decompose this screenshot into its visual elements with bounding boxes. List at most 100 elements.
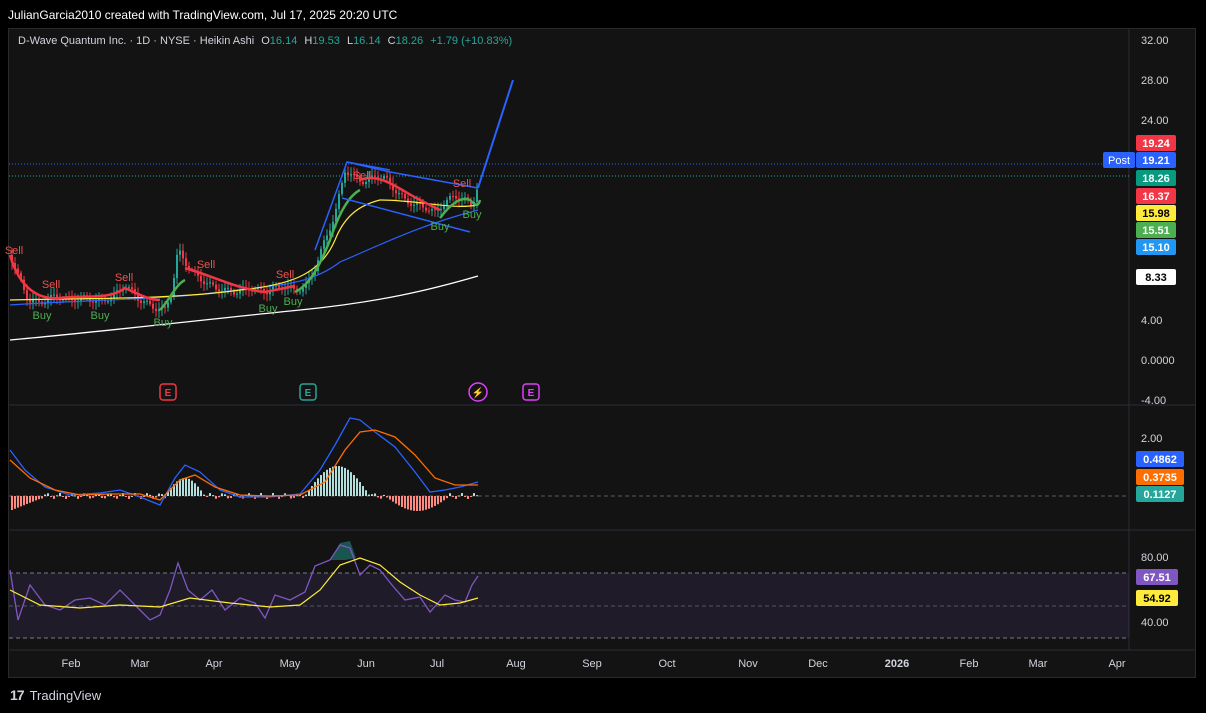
trendline-channel-upper[interactable] [346, 161, 391, 171]
macd-histogram-bar [20, 496, 22, 507]
macd-histogram-bar [374, 493, 376, 496]
macd-histogram-bar [203, 494, 205, 496]
macd-histogram-bar [389, 496, 391, 500]
symbol-legend[interactable]: D-Wave Quantum Inc. · 1D · NYSE · Heikin… [18, 35, 512, 47]
price-tick-label: 32.00 [1141, 35, 1169, 47]
candle-body [53, 294, 55, 296]
candle-body [344, 172, 346, 183]
candle-body [374, 175, 376, 177]
candle-body [413, 204, 415, 206]
macd-histogram-bar [62, 496, 64, 497]
macd-histogram-bar [350, 472, 352, 496]
rsi-badge: 54.92 [1136, 590, 1178, 606]
macd-histogram-bar [104, 496, 106, 499]
macd-histogram-bar [422, 496, 424, 511]
macd-histogram-bar [305, 494, 307, 496]
macd-histogram-bar [116, 496, 118, 499]
macd-histogram-bar [443, 496, 445, 501]
macd-histogram-bar [371, 494, 373, 496]
event-marker-text: E [165, 388, 172, 399]
ma-mid-line [9, 209, 479, 306]
candle-body [218, 289, 220, 292]
rsi-badge-text: 67.51 [1143, 572, 1171, 584]
macd-histogram-bar [470, 496, 472, 497]
macd-histogram-bar [293, 496, 295, 498]
macd-histogram-bar [188, 478, 190, 496]
trendline-projection[interactable] [477, 79, 514, 189]
macd-histogram-bar [47, 493, 49, 496]
candle-body [422, 203, 424, 208]
macd-histogram-bar [290, 496, 292, 499]
macd-histogram-bar [221, 493, 223, 496]
event-marker[interactable]: E [522, 383, 540, 401]
macd-layer[interactable] [9, 417, 479, 511]
macd-histogram-bar [302, 496, 304, 498]
macd-histogram-bar [38, 496, 40, 500]
event-marker[interactable]: E [299, 383, 317, 401]
candle-body [149, 300, 151, 304]
macd-histogram-bar [125, 496, 127, 497]
price-badge: 19.24 [1136, 135, 1176, 151]
macd-histogram-bar [218, 496, 220, 498]
macd-histogram-bar [215, 496, 217, 499]
candle-body [341, 182, 343, 195]
macd-histogram-bar [431, 496, 433, 508]
candle-body [266, 293, 268, 295]
time-axis-label: Feb [960, 658, 979, 670]
macd-histogram-bar [41, 496, 43, 499]
macd-histogram-bar [449, 493, 451, 496]
open-label: O [261, 35, 270, 47]
macd-histogram-bar [467, 496, 469, 499]
price-tick-label: 0.0000 [1141, 355, 1175, 367]
candle-body [455, 196, 457, 199]
macd-histogram-bar [74, 495, 76, 497]
macd-histogram-bar [377, 496, 379, 498]
price-badge-text: 19.21 [1142, 155, 1170, 167]
macd-signal-line [9, 429, 478, 501]
macd-histogram-bar [341, 466, 343, 496]
macd-histogram-bar [452, 496, 454, 497]
candle-body [236, 293, 238, 295]
buy-signal-label: Buy [463, 209, 482, 221]
candle-body [404, 194, 406, 199]
candle-body [212, 282, 214, 285]
event-marker[interactable]: ⚡ [468, 382, 488, 402]
event-marker-text: ⚡ [472, 386, 484, 399]
sell-signal-label: Sell [276, 269, 294, 281]
candle-body [410, 203, 412, 206]
candle-body [371, 175, 373, 178]
macd-histogram-bar [155, 496, 157, 498]
time-axis-label: Sep [582, 658, 602, 670]
price-tick-label: 24.00 [1141, 115, 1169, 127]
price-layer[interactable] [8, 79, 514, 341]
event-layer[interactable]: E E ⚡ E [159, 382, 540, 402]
macd-histogram-bar [191, 480, 193, 496]
tradingview-logo[interactable]: 17 TradingView [10, 687, 101, 703]
buy-signal-label: Buy [431, 221, 450, 233]
macd-histogram-bar [317, 478, 319, 496]
macd-histogram-bar [50, 496, 52, 498]
macd-histogram-bar [410, 496, 412, 511]
macd-histogram-bar [461, 493, 463, 496]
macd-histogram-bar [419, 496, 421, 511]
macd-histogram-bar [416, 496, 418, 511]
low-value: 16.14 [353, 35, 381, 47]
candle-body [440, 209, 442, 211]
price-badge-text: 15.51 [1142, 225, 1170, 237]
candle-body [428, 210, 430, 212]
macd-tick-label: 2.00 [1141, 433, 1162, 445]
trendline-channel-lower[interactable] [341, 197, 471, 233]
macd-histogram-bar [383, 494, 385, 496]
open-value: 16.14 [269, 35, 298, 47]
macd-histogram-bar [89, 496, 91, 499]
macd-histogram-bar [23, 496, 25, 506]
macd-badge: 0.1127 [1136, 486, 1184, 502]
symbol-name: D-Wave Quantum Inc. · 1D · NYSE · Heikin… [18, 35, 255, 47]
candle-body [398, 193, 400, 195]
event-marker[interactable]: E [159, 383, 177, 401]
macd-histogram-bar [128, 496, 130, 499]
macd-histogram-bar [455, 496, 457, 499]
high-value: 19.53 [312, 35, 340, 47]
chart-canvas[interactable]: 32.00 28.00 24.00 4.00 0.0000 -4.00 19.24 19.21… [0, 0, 1206, 713]
candle-body [449, 196, 451, 200]
